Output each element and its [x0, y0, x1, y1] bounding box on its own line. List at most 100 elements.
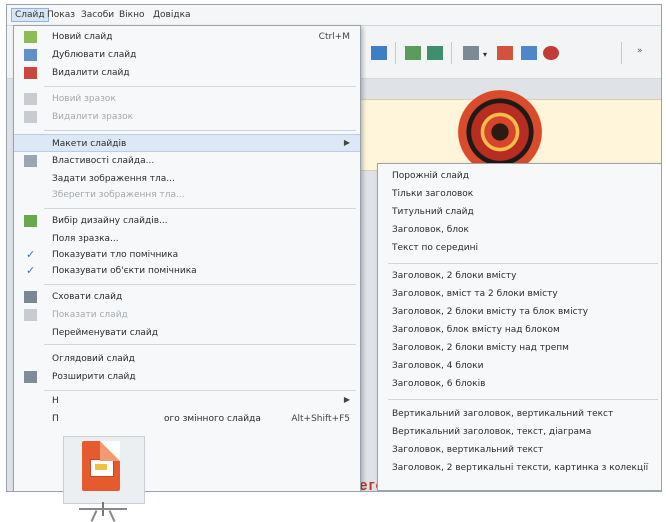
layout-item[interactable]: Заголовок, 2 вертикальні тексти, картинк…	[392, 463, 648, 473]
layout-item[interactable]: Вертикальний заголовок, вертикальний тек…	[392, 409, 613, 419]
menu-separator	[44, 390, 356, 391]
menu-item-label: Розширити слайд	[52, 372, 136, 382]
new-slide-icon	[24, 31, 37, 43]
menu-item-truncated-2[interactable]: П ого змінного слайда Alt+Shift+F5	[14, 410, 360, 428]
layout-item[interactable]: Заголовок, 2 блоки вмісту	[392, 271, 516, 281]
submenu-arrow-icon: ▶	[343, 138, 350, 147]
layout-item[interactable]: Тільки заголовок	[392, 189, 473, 199]
menu-item-label: Поля зразка...	[52, 234, 119, 244]
menu-item-show-master-objects[interactable]: ✓ Показувати об'єкти помічника	[14, 262, 360, 280]
menu-item-delete-master: Видалити зразок	[14, 108, 360, 126]
menu-item-label: Властивості слайда...	[52, 156, 155, 166]
slide-icon	[90, 459, 114, 477]
layout-item[interactable]: Заголовок, 4 блоки	[392, 361, 483, 371]
layout-item[interactable]: Заголовок, блок вмісту над блоком	[392, 325, 560, 335]
shapes-icon[interactable]	[427, 46, 443, 60]
layout-item[interactable]: Вертикальний заголовок, текст, діаграма	[392, 427, 591, 437]
logo-background	[63, 436, 145, 504]
layout-item[interactable]: Заголовок, блок	[392, 225, 469, 235]
toolbar-separator	[621, 42, 622, 64]
menu-item-design[interactable]: Вибір дизайну слайдів...	[14, 212, 360, 230]
menu-item-save-background: Зберегти зображення тла...	[14, 186, 360, 204]
layout-item[interactable]: Заголовок, 6 блоків	[392, 379, 485, 389]
delete-master-icon	[24, 111, 37, 123]
menu-slide[interactable]: Слайд	[11, 8, 49, 22]
delete-icon	[24, 67, 37, 79]
menu-item-delete-slide[interactable]: Видалити слайд	[14, 64, 360, 82]
presentation-document-icon	[82, 441, 120, 491]
layout-item[interactable]: Заголовок, вміст та 2 блоки вмісту	[392, 289, 558, 299]
menu-item-duplicate-slide[interactable]: Дублювати слайд	[14, 46, 360, 64]
layout-item[interactable]: Порожній слайд	[392, 171, 469, 181]
menu-item-label: Показати слайд	[52, 310, 128, 320]
picture-icon[interactable]	[497, 46, 513, 60]
expand-slide-icon	[24, 371, 37, 383]
submenu-separator	[388, 263, 658, 264]
ornament-image	[458, 90, 542, 174]
menu-item-label: Вибір дизайну слайдів...	[52, 216, 168, 226]
table-icon[interactable]	[463, 46, 479, 60]
menu-separator	[44, 130, 356, 131]
menu-item-truncated-1[interactable]: Н ▶	[14, 392, 360, 410]
menu-item-summary-slide[interactable]: Оглядовий слайд	[14, 350, 360, 368]
pie-chart-icon[interactable]	[543, 46, 559, 60]
shortcut-label: Alt+Shift+F5	[291, 414, 350, 424]
menu-item-new-master: Новий зразок	[14, 90, 360, 108]
submenu-separator	[388, 399, 658, 400]
menu-item-rename-slide[interactable]: Перейменувати слайд	[14, 324, 360, 342]
menu-show[interactable]: Показ	[47, 10, 75, 20]
easel-bar	[79, 508, 127, 510]
menubar: Слайд Показ Засоби Вікно Довідка	[7, 5, 661, 26]
easel-leg	[108, 510, 116, 522]
menu-item-label: Показувати тло помічника	[52, 250, 179, 260]
new-master-icon	[24, 93, 37, 105]
menu-separator	[44, 344, 356, 345]
menu-item-label: Зберегти зображення тла...	[52, 190, 185, 200]
slide-menu: Новий слайд Ctrl+M Дублювати слайд Видал…	[13, 25, 361, 491]
menu-separator	[44, 86, 356, 87]
menu-item-label: Н	[52, 396, 59, 406]
menu-window[interactable]: Вікно	[119, 10, 145, 20]
menu-item-label: Перейменувати слайд	[52, 328, 159, 338]
menu-item-label: Видалити слайд	[52, 68, 130, 78]
hide-slide-icon	[24, 291, 37, 303]
chart-icon[interactable]	[521, 46, 537, 60]
menu-item-expand-slide[interactable]: Розширити слайд	[14, 368, 360, 386]
menu-item-label: ого змінного слайда	[164, 414, 261, 424]
media-icon[interactable]	[405, 46, 421, 60]
menu-separator	[44, 284, 356, 285]
layout-item[interactable]: Заголовок, 2 блоки вмісту та блок вмісту	[392, 307, 588, 317]
layout-item[interactable]: Заголовок, 2 блоки вмісту над трепм	[392, 343, 569, 353]
duplicate-icon	[24, 49, 37, 61]
menu-item-properties[interactable]: Властивості слайда...	[14, 152, 360, 170]
overflow-icon[interactable]: »	[637, 46, 653, 60]
checkmark-icon: ✓	[26, 264, 36, 277]
menu-item-hide-slide[interactable]: Сховати слайд	[14, 288, 360, 306]
slide-thumbnail[interactable]	[337, 90, 661, 174]
checkmark-icon: ✓	[26, 248, 36, 261]
menu-item-show-slide: Показати слайд	[14, 306, 360, 324]
menu-item-new-slide[interactable]: Новий слайд Ctrl+M	[14, 28, 360, 46]
image-icon[interactable]	[371, 46, 387, 60]
properties-icon	[24, 155, 37, 167]
menu-tools[interactable]: Засоби	[81, 10, 114, 20]
layout-item[interactable]: Текст по середині	[392, 243, 478, 253]
toolbar-separator	[451, 42, 452, 64]
layout-item[interactable]: Титульний слайд	[392, 207, 474, 217]
layouts-submenu: Порожній слайд Тільки заголовок Титульни…	[377, 163, 661, 491]
show-slide-icon	[24, 309, 37, 321]
menu-item-layouts[interactable]: Макети слайдів ▶	[14, 134, 360, 152]
menu-item-label: Макети слайдів	[52, 139, 127, 149]
impress-logo	[63, 436, 145, 522]
menu-item-label: Видалити зразок	[52, 112, 134, 122]
menu-separator	[44, 208, 356, 209]
menu-item-label: Новий зразок	[52, 94, 116, 104]
menu-help[interactable]: Довідка	[153, 10, 191, 20]
chevron-down-icon[interactable]: ▾	[483, 50, 491, 64]
menu-item-label: П	[52, 414, 59, 424]
menu-item-label: Оглядовий слайд	[52, 354, 135, 364]
design-icon	[24, 215, 37, 227]
menu-item-label: Дублювати слайд	[52, 50, 137, 60]
menu-item-label: Сховати слайд	[52, 292, 123, 302]
layout-item[interactable]: Заголовок, вертикальний текст	[392, 445, 543, 455]
